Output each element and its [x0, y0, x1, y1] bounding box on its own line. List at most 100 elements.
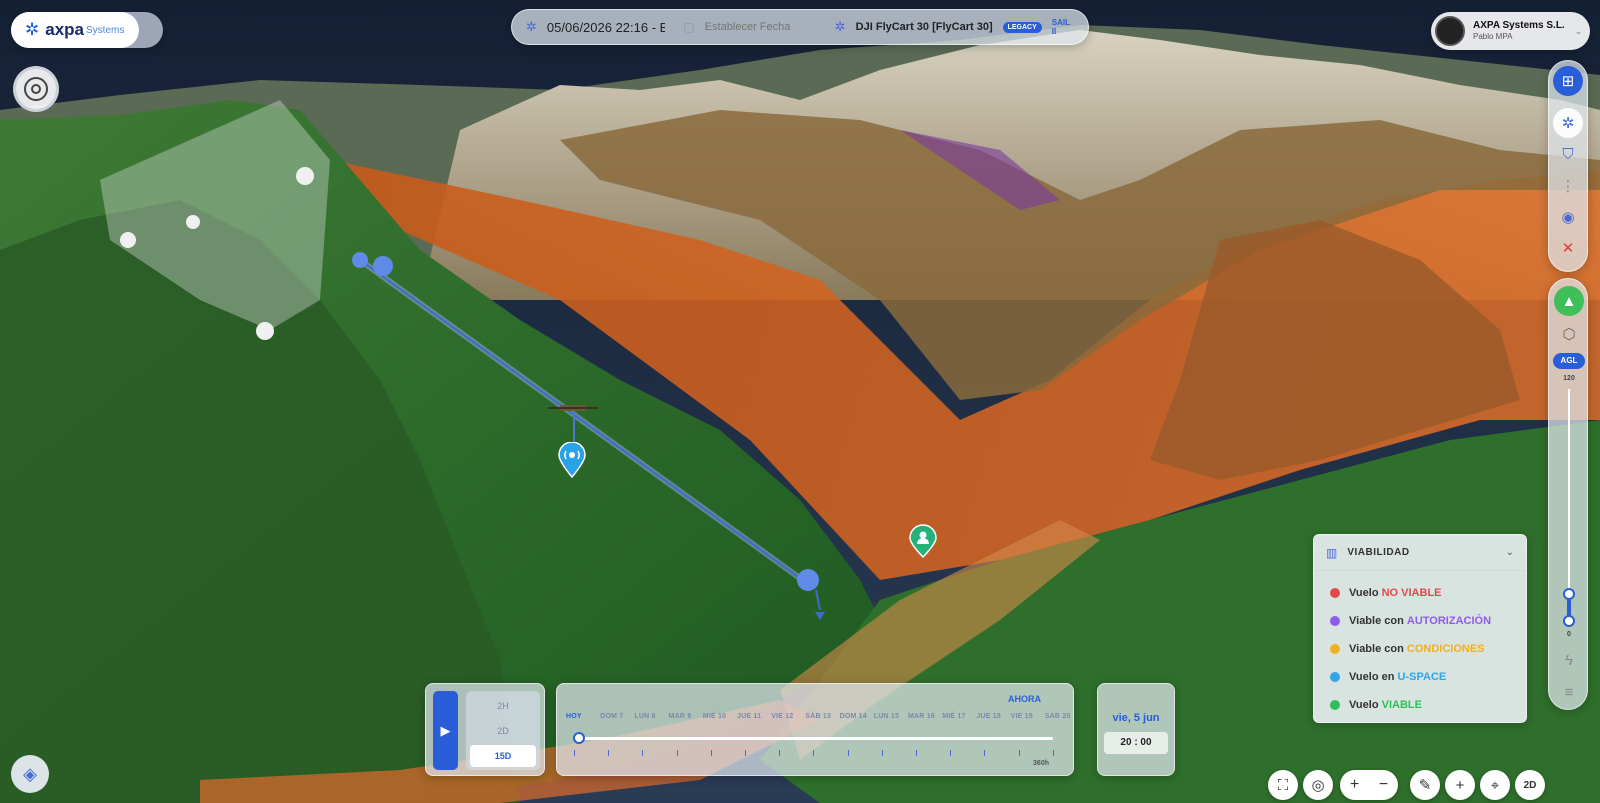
close-button[interactable]: ✕ — [1553, 233, 1583, 263]
altitude-handle-bottom[interactable] — [1563, 615, 1575, 627]
altitude-panel: ▲ ⬡ AGL 120 0 ϟ ≡ — [1548, 278, 1588, 710]
timeline-day[interactable]: DOM 14 — [840, 713, 867, 720]
crosshair-icon: ⌖ — [1490, 776, 1500, 794]
visibility-button[interactable]: ◉ — [1553, 202, 1583, 232]
range-option-15d[interactable]: 15D — [470, 745, 536, 767]
lightning-button[interactable]: ϟ — [1554, 645, 1584, 675]
brand-logo[interactable]: ✲ axpa Systems — [11, 12, 163, 48]
viability-legend: ▥ VIABILIDAD ⌄ Vuelo NO VIABLE Viable con… — [1313, 534, 1527, 723]
timeline-day[interactable]: MIÉ 10 — [703, 713, 726, 720]
legend-highlight: AUTORIZACIÓN — [1406, 615, 1492, 627]
timeline-day[interactable]: SÁB 20 — [1045, 713, 1071, 720]
timeline-tick — [881, 750, 883, 756]
timeline-track[interactable] — [579, 737, 1053, 740]
play-icon: ▶ — [440, 722, 451, 738]
timeline-tick — [916, 750, 917, 756]
cube-button[interactable]: ⬡ — [1554, 319, 1584, 349]
play-button[interactable]: ▶ — [433, 691, 458, 770]
legend-prefix: Vuelo en — [1349, 671, 1395, 683]
antenna-marker-icon[interactable] — [557, 441, 587, 479]
sail-level: SAIL II — [1051, 18, 1070, 36]
shield-icon: ⛉ — [1562, 145, 1574, 163]
chevron-down-icon: ⌄ — [1574, 25, 1583, 36]
zoom-in-button[interactable]: + — [1350, 776, 1359, 794]
user-name: Pablo MPA — [1473, 32, 1513, 42]
altitude-mode[interactable]: AGL — [1553, 353, 1585, 369]
legacy-badge: LEGACY — [1002, 21, 1042, 33]
right-toolbar: ⊞ ✲ ⛉ ⋮ ◉ ✕ — [1548, 60, 1588, 272]
aircraft-name[interactable]: DJI FlyCart 30 [FlyCart 30] — [856, 21, 993, 33]
route-icon: ⋮ — [1560, 178, 1576, 195]
lightning-icon: ϟ — [1565, 651, 1573, 669]
locate-button[interactable]: ⌖ — [1480, 770, 1510, 800]
timeline-tick — [745, 750, 746, 756]
add-area-button[interactable]: ⊞ — [1553, 66, 1583, 96]
user-menu[interactable]: AXPA Systems S.L. Pablo MPA ⌄ — [1431, 12, 1590, 50]
timeline-tick — [1052, 750, 1054, 756]
person-marker-icon[interactable] — [908, 524, 938, 559]
altitude-handle-top[interactable] — [1563, 588, 1575, 600]
shield-button[interactable]: ⛉ — [1553, 139, 1583, 169]
view-2d-button[interactable]: 2D — [1515, 770, 1545, 800]
layers-button[interactable]: ◈ — [11, 755, 49, 793]
date-input[interactable] — [704, 21, 825, 33]
eye-icon: ◉ — [1561, 209, 1575, 226]
timeline-day[interactable]: LUN 15 — [874, 713, 899, 720]
radar-icon — [24, 77, 48, 101]
timeline-day[interactable]: LUN 8 — [634, 713, 655, 720]
timeline-day[interactable]: MIÉ 17 — [942, 713, 965, 720]
legend-highlight: NO VIABLE — [1381, 587, 1442, 599]
zoom-control: + − — [1340, 770, 1398, 800]
flight-datetime[interactable]: 05/06/2026 22:16 - Borra — [547, 20, 666, 35]
timeline-day[interactable]: HOY — [566, 713, 582, 720]
brand-suffix: Systems — [86, 24, 125, 36]
zoom-out-button[interactable]: − — [1379, 776, 1388, 794]
legend-prefix: Viable con — [1349, 615, 1404, 627]
radar-button[interactable] — [13, 66, 59, 112]
legend-highlight: U-SPACE — [1397, 671, 1447, 683]
chevron-down-icon: ⌄ — [1505, 547, 1514, 558]
timeline-tick — [642, 750, 644, 756]
range-option-2d[interactable]: 2D — [470, 720, 536, 742]
timeline-tick — [779, 750, 781, 756]
timeline-handle[interactable] — [573, 732, 585, 744]
current-time[interactable]: 20 : 00 — [1104, 732, 1168, 754]
timeline-day[interactable]: JUE 18 — [976, 713, 1001, 720]
timeline-day[interactable]: DOM 7 — [600, 713, 623, 720]
fullscreen-button[interactable]: ⛶ — [1268, 770, 1298, 800]
measure-button[interactable]: ✎ — [1410, 770, 1440, 800]
timeline-day[interactable]: JUE 11 — [737, 713, 761, 720]
legend-prefix: Vuelo — [1349, 587, 1379, 599]
altitude-max: 120 — [1563, 375, 1575, 382]
fullscreen-icon: ⛶ — [1277, 776, 1289, 794]
add-point-button[interactable]: + — [1445, 770, 1475, 800]
timeline-day[interactable]: VIE 12 — [771, 713, 793, 720]
timeline-tick — [984, 750, 986, 756]
timeline-day[interactable]: SÁB 13 — [805, 713, 831, 720]
timeline-day[interactable]: VIE 19 — [1011, 713, 1033, 720]
menu-button[interactable]: ≡ — [1554, 677, 1584, 707]
target-view-button[interactable]: ◎ — [1303, 770, 1333, 800]
timeline-day[interactable]: MAR 16 — [908, 713, 935, 720]
layer-green-button[interactable]: ▲ — [1554, 286, 1584, 316]
legend-highlight: VIABLE — [1381, 699, 1422, 711]
top-info-bar: ✲ 05/06/2026 22:16 - Borra ▢ ✲ DJI FlyCa… — [511, 9, 1089, 45]
altitude-min: 0 — [1567, 631, 1571, 638]
timeline-tick — [574, 750, 575, 756]
legend-header[interactable]: ▥ VIABILIDAD ⌄ — [1314, 535, 1526, 571]
axpa-logo-icon: ✲ — [25, 20, 40, 39]
drone-icon: ✲ — [1561, 115, 1575, 132]
timeline-day[interactable]: MAR 9 — [669, 713, 692, 720]
current-date: vie, 5 jun — [1112, 712, 1160, 724]
timeline-tick — [847, 750, 849, 756]
route-button[interactable]: ⋮ — [1553, 171, 1583, 201]
timeline-tick — [608, 750, 610, 756]
timeline-tick — [676, 750, 678, 756]
drone-button[interactable]: ✲ — [1553, 108, 1583, 138]
legend-highlight: CONDICIONES — [1406, 643, 1485, 655]
range-option-2h[interactable]: 2H — [470, 695, 536, 717]
altitude-track[interactable] — [1568, 389, 1570, 599]
menu-icon: ≡ — [1564, 683, 1574, 701]
terrain-icon: ▲ — [1561, 292, 1577, 310]
timeline-tick — [1018, 750, 1020, 756]
